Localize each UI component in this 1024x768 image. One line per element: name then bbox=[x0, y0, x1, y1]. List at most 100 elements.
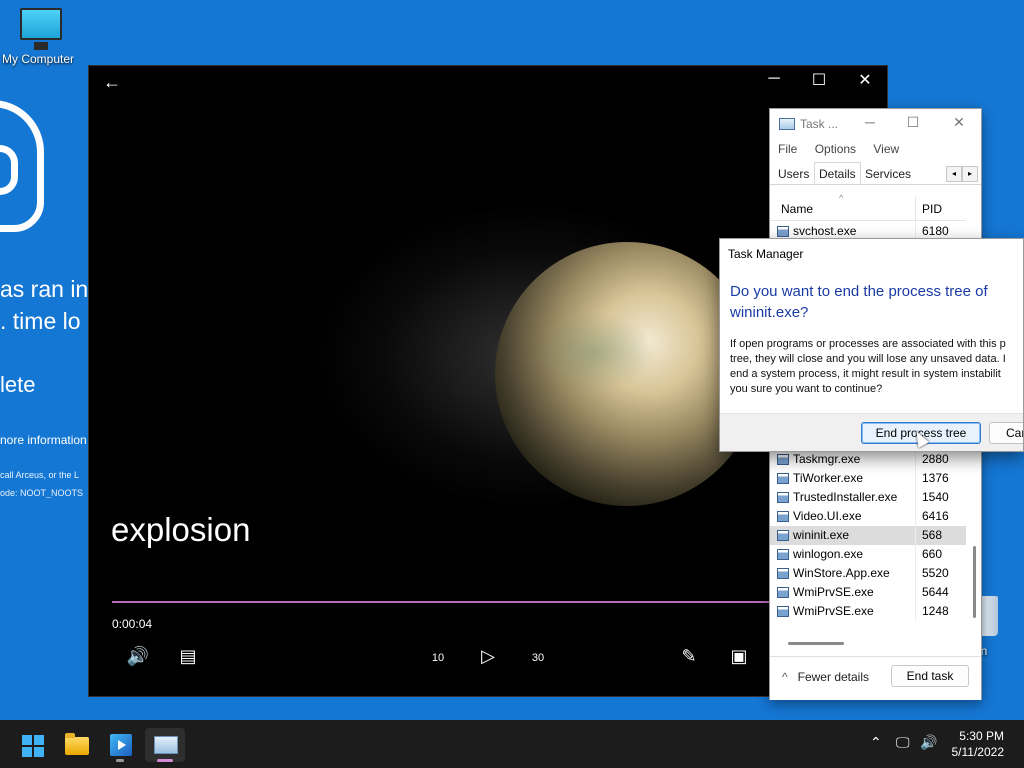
column-pid[interactable]: PID bbox=[922, 202, 942, 216]
process-pid: 660 bbox=[922, 547, 943, 561]
process-name: winlogon.exe bbox=[793, 547, 864, 561]
tab-scroll-arrows: ◂ ▸ bbox=[946, 165, 978, 182]
file-explorer-taskbar-button[interactable] bbox=[56, 728, 96, 762]
bsod-line: call Arceus, or the L bbox=[0, 470, 80, 480]
close-button[interactable]: ✕ bbox=[842, 70, 888, 90]
process-icon bbox=[777, 606, 789, 617]
process-pid: 1540 bbox=[922, 490, 949, 504]
clock[interactable]: 5:30 PM 5/11/2022 bbox=[948, 728, 1005, 760]
process-pid: 5644 bbox=[922, 585, 949, 599]
fewer-details-link[interactable]: ^ Fewer details bbox=[782, 670, 869, 684]
process-pid: 1376 bbox=[922, 471, 949, 485]
cell-divider bbox=[915, 488, 916, 507]
running-indicator bbox=[116, 759, 124, 762]
fewer-details-label: Fewer details bbox=[797, 670, 870, 684]
task-manager-title: Task ... bbox=[800, 117, 839, 131]
table-row[interactable]: Taskmgr.exe 2880 bbox=[770, 450, 966, 469]
process-icon bbox=[777, 226, 789, 237]
forward-30-icon[interactable]: 30 bbox=[523, 652, 553, 664]
task-manager-taskbar-button[interactable] bbox=[145, 728, 185, 762]
table-row-selected[interactable]: wininit.exe 568 bbox=[770, 526, 966, 545]
windows-logo-icon bbox=[22, 735, 44, 757]
end-task-button[interactable]: End task bbox=[891, 665, 969, 687]
play-icon[interactable]: ▷ bbox=[473, 646, 503, 667]
rewind-10-icon[interactable]: 10 bbox=[423, 652, 453, 664]
process-name: Taskmgr.exe bbox=[793, 452, 861, 466]
dialog-message-line: end a system process, it might result in… bbox=[730, 368, 1001, 380]
tab-scroll-right-button[interactable]: ▸ bbox=[962, 166, 978, 182]
minimize-button[interactable]: ─ bbox=[751, 70, 797, 88]
show-hidden-icons-chevron[interactable]: ⌃ bbox=[870, 734, 882, 751]
active-indicator bbox=[157, 759, 173, 762]
table-row[interactable]: winlogon.exe 660 bbox=[770, 545, 966, 564]
network-icon[interactable]: 🖵 bbox=[896, 734, 910, 751]
dialog-message: If open programs or processes are associ… bbox=[730, 337, 1023, 397]
bsod-line: . time lo bbox=[0, 308, 81, 334]
bsod-wallpaper-text: as ran in . time lo lete nore informatio… bbox=[0, 80, 90, 520]
clock-time: 5:30 PM bbox=[959, 729, 1004, 743]
process-name: TrustedInstaller.exe bbox=[793, 490, 898, 504]
subtitles-icon[interactable]: ▤ bbox=[173, 646, 203, 667]
seek-bar[interactable] bbox=[112, 601, 772, 603]
cell-divider bbox=[915, 469, 916, 488]
mini-view-icon[interactable]: ▣ bbox=[724, 646, 754, 667]
process-name: WmiPrvSE.exe bbox=[793, 604, 874, 618]
chevron-up-icon: ^ bbox=[782, 670, 788, 684]
process-pid: 2880 bbox=[922, 452, 949, 466]
bsod-stop-code: ode: NOOT_NOOTS bbox=[0, 488, 84, 498]
table-row[interactable]: WmiPrvSE.exe 1248 bbox=[770, 602, 966, 621]
tm-minimize-button[interactable]: ─ bbox=[858, 114, 882, 130]
tab-scroll-left-button[interactable]: ◂ bbox=[946, 166, 962, 182]
details-column-header: ^ Name PID bbox=[770, 193, 966, 221]
tm-close-button[interactable]: ✕ bbox=[947, 114, 971, 131]
process-name: TiWorker.exe bbox=[793, 471, 864, 485]
maximize-button[interactable]: ☐ bbox=[796, 70, 842, 90]
volume-icon[interactable]: 🔊 bbox=[920, 734, 937, 751]
bsod-line: nore information bbox=[0, 433, 87, 447]
table-row[interactable]: TrustedInstaller.exe 1540 bbox=[770, 488, 966, 507]
vertical-scrollbar[interactable] bbox=[973, 546, 976, 618]
table-row[interactable]: WinStore.App.exe 5520 bbox=[770, 564, 966, 583]
menu-file[interactable]: File bbox=[778, 142, 797, 156]
column-name[interactable]: Name bbox=[781, 202, 813, 216]
process-icon bbox=[777, 454, 789, 465]
start-button[interactable] bbox=[11, 728, 51, 762]
media-player-taskbar-button[interactable] bbox=[100, 728, 140, 762]
dialog-message-line: you sure you want to continue? bbox=[730, 383, 883, 395]
menu-view[interactable]: View bbox=[873, 142, 899, 156]
sort-caret-icon: ^ bbox=[839, 193, 844, 203]
horizontal-scrollbar[interactable] bbox=[788, 642, 844, 645]
back-arrow-icon[interactable]: ← bbox=[103, 72, 121, 93]
cell-divider bbox=[915, 583, 916, 602]
process-pid: 568 bbox=[922, 528, 943, 542]
edit-pencil-icon[interactable]: ✎ bbox=[674, 646, 704, 667]
process-icon bbox=[777, 568, 789, 579]
subtitle-caption: explosion bbox=[111, 511, 251, 548]
bsod-line: lete bbox=[0, 372, 36, 397]
dialog-button-bar: End process tree Car bbox=[720, 413, 1023, 451]
cell-divider bbox=[915, 450, 916, 469]
dialog-message-line: tree, they will close and you will lose … bbox=[730, 353, 1006, 365]
process-pid: 1248 bbox=[922, 604, 949, 618]
column-divider[interactable] bbox=[915, 197, 916, 221]
volume-icon[interactable]: 🔊 bbox=[123, 646, 153, 667]
cell-divider bbox=[915, 507, 916, 526]
cell-divider bbox=[915, 526, 916, 545]
table-row[interactable]: WmiPrvSE.exe 5644 bbox=[770, 583, 966, 602]
bsod-line: as ran in bbox=[0, 276, 89, 302]
table-row[interactable]: Video.UI.exe 6416 bbox=[770, 507, 966, 526]
cancel-button[interactable]: Car bbox=[989, 422, 1023, 444]
table-row[interactable]: TiWorker.exe 1376 bbox=[770, 469, 966, 488]
tab-services[interactable]: Services bbox=[861, 165, 915, 187]
video-app-icon bbox=[110, 734, 132, 756]
clock-date: 5/11/2022 bbox=[951, 745, 1005, 759]
folder-icon bbox=[65, 733, 89, 755]
menu-options[interactable]: Options bbox=[815, 142, 856, 156]
dialog-message-line: If open programs or processes are associ… bbox=[730, 338, 1006, 350]
my-computer-desktop-icon[interactable]: My Computer bbox=[2, 8, 78, 66]
tab-users[interactable]: Users bbox=[774, 165, 813, 187]
process-icon bbox=[777, 530, 789, 541]
process-icon bbox=[777, 549, 789, 560]
tm-maximize-button[interactable]: ☐ bbox=[901, 114, 925, 131]
tab-details[interactable]: Details bbox=[814, 162, 861, 184]
